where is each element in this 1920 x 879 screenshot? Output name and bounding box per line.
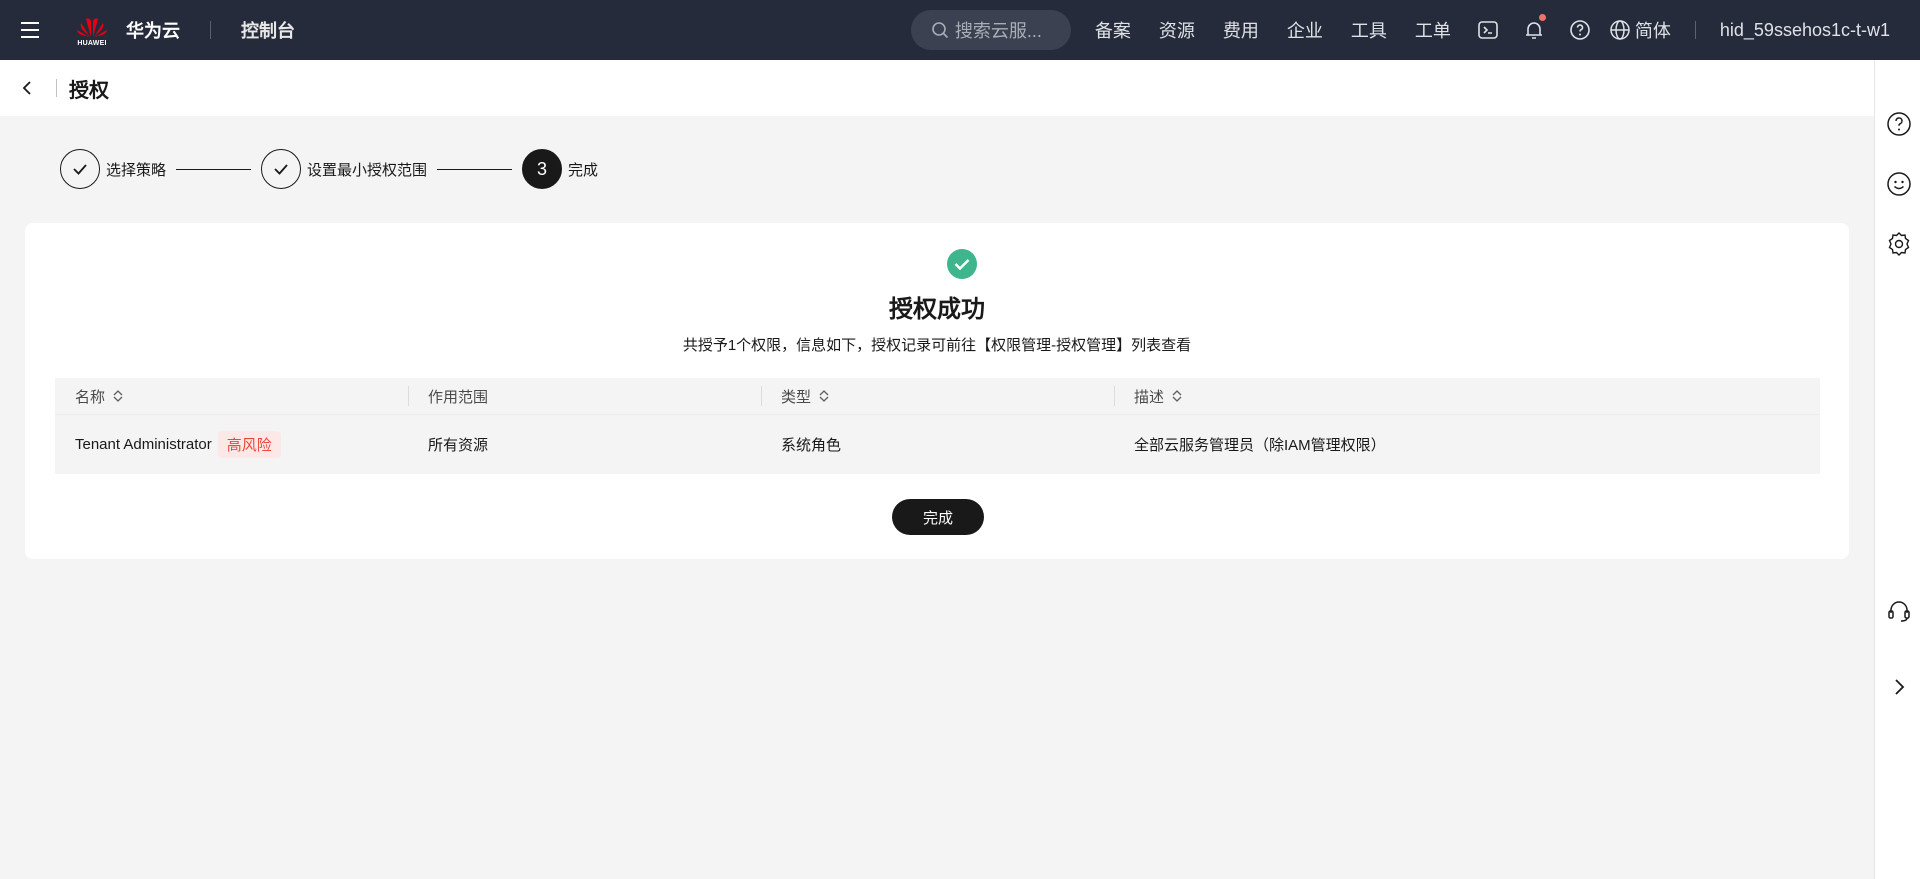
policy-name: Tenant Administrator [75, 436, 212, 453]
brand-name[interactable]: 华为云 [126, 17, 180, 43]
nav-tickets[interactable]: 工单 [1415, 17, 1451, 43]
result-description: 共授予1个权限，信息如下，授权记录可前往【权限管理-授权管理】列表查看 [682, 337, 1192, 354]
step-1-check-icon [60, 149, 100, 189]
divider [1694, 21, 1696, 39]
column-label: 作用范围 [428, 388, 489, 406]
cell-description: 全部云服务管理员（除IAM管理权限） [1134, 437, 1386, 454]
risk-badge: 高风险 [217, 431, 281, 458]
success-check-icon [947, 249, 977, 279]
nav-tools[interactable]: 工具 [1351, 17, 1387, 43]
done-button[interactable]: 完成 [892, 499, 984, 535]
back-arrow-icon[interactable] [18, 78, 38, 98]
search-placeholder: 搜索云服... [954, 21, 1042, 41]
step-2-check-icon [261, 149, 302, 189]
divider [56, 79, 57, 97]
gear-icon[interactable] [1886, 231, 1912, 257]
smile-feedback-icon[interactable] [1886, 171, 1912, 197]
column-separator [761, 386, 762, 406]
step-2-label: 设置最小授权范围 [307, 161, 428, 179]
nav-enterprise[interactable]: 企业 [1287, 17, 1323, 43]
terminal-icon[interactable] [1475, 17, 1501, 43]
user-account[interactable]: hid_59ssehos1c-t-w1 [1720, 20, 1890, 41]
nav-billing[interactable]: 费用 [1223, 17, 1259, 43]
page-header: 授权 [0, 60, 1874, 116]
language-label: 简体 [1634, 21, 1671, 41]
step-connector [176, 168, 252, 170]
result-card: 授权成功 共授予1个权限，信息如下，授权记录可前往【权限管理-授权管理】列表查看… [25, 223, 1849, 559]
column-label: 类型 [781, 388, 812, 406]
column-label: 名称 [75, 388, 106, 406]
table-row: Tenant Administrator 高风险 所有资源 系统角色 全部云服务… [55, 414, 1820, 474]
result-title: 授权成功 [889, 296, 985, 323]
search-icon [932, 22, 948, 39]
help-icon[interactable] [1886, 111, 1912, 137]
column-separator [1114, 386, 1115, 406]
progress-steps: 选择策略 设置最小授权范围 3 完成 [60, 149, 598, 189]
search-box[interactable]: 搜索云服... [910, 10, 1071, 50]
language-switch[interactable]: 简体 [1609, 17, 1671, 43]
top-nav-bar: HUAWEI 华为云 控制台 搜索云服... 备案 资源 费用 企业 工具 工单… [0, 0, 1920, 60]
sort-icon[interactable] [1170, 389, 1184, 403]
column-header-type[interactable]: 类型 [761, 378, 1114, 414]
permissions-table: 名称 作用范围 类型 描述 Tenant Administrator 高风险 所… [55, 378, 1820, 474]
notification-dot [1538, 14, 1546, 21]
column-header-description[interactable]: 描述 [1114, 378, 1820, 414]
sort-icon[interactable] [817, 389, 831, 403]
table-header: 名称 作用范围 类型 描述 [55, 378, 1820, 414]
sort-icon[interactable] [111, 389, 125, 403]
console-link[interactable]: 控制台 [241, 17, 295, 43]
divider [210, 21, 211, 39]
cell-type: 系统角色 [781, 437, 842, 454]
step-1-label: 选择策略 [106, 161, 167, 179]
column-label: 描述 [1134, 388, 1165, 406]
chevron-right-icon[interactable] [1886, 674, 1912, 700]
right-toolbar [1874, 60, 1920, 879]
nav-resources[interactable]: 资源 [1159, 17, 1195, 43]
menu-icon[interactable] [0, 0, 60, 60]
headset-support-icon[interactable] [1886, 598, 1912, 624]
huawei-logo[interactable]: HUAWEI [70, 13, 114, 47]
column-header-scope: 作用范围 [408, 378, 761, 414]
page-title: 授权 [69, 79, 109, 102]
cell-scope: 所有资源 [428, 437, 489, 454]
step-3-label: 完成 [568, 161, 599, 179]
step-3-number: 3 [522, 149, 563, 189]
column-separator [408, 386, 409, 406]
step-connector [437, 168, 513, 170]
help-icon[interactable] [1567, 17, 1593, 43]
globe-icon [1610, 20, 1630, 40]
bell-icon[interactable] [1521, 14, 1547, 43]
cell-name: Tenant Administrator 高风险 [55, 431, 408, 458]
logo-text: HUAWEI [77, 40, 107, 47]
column-header-name[interactable]: 名称 [55, 378, 408, 414]
nav-beian[interactable]: 备案 [1095, 17, 1131, 43]
